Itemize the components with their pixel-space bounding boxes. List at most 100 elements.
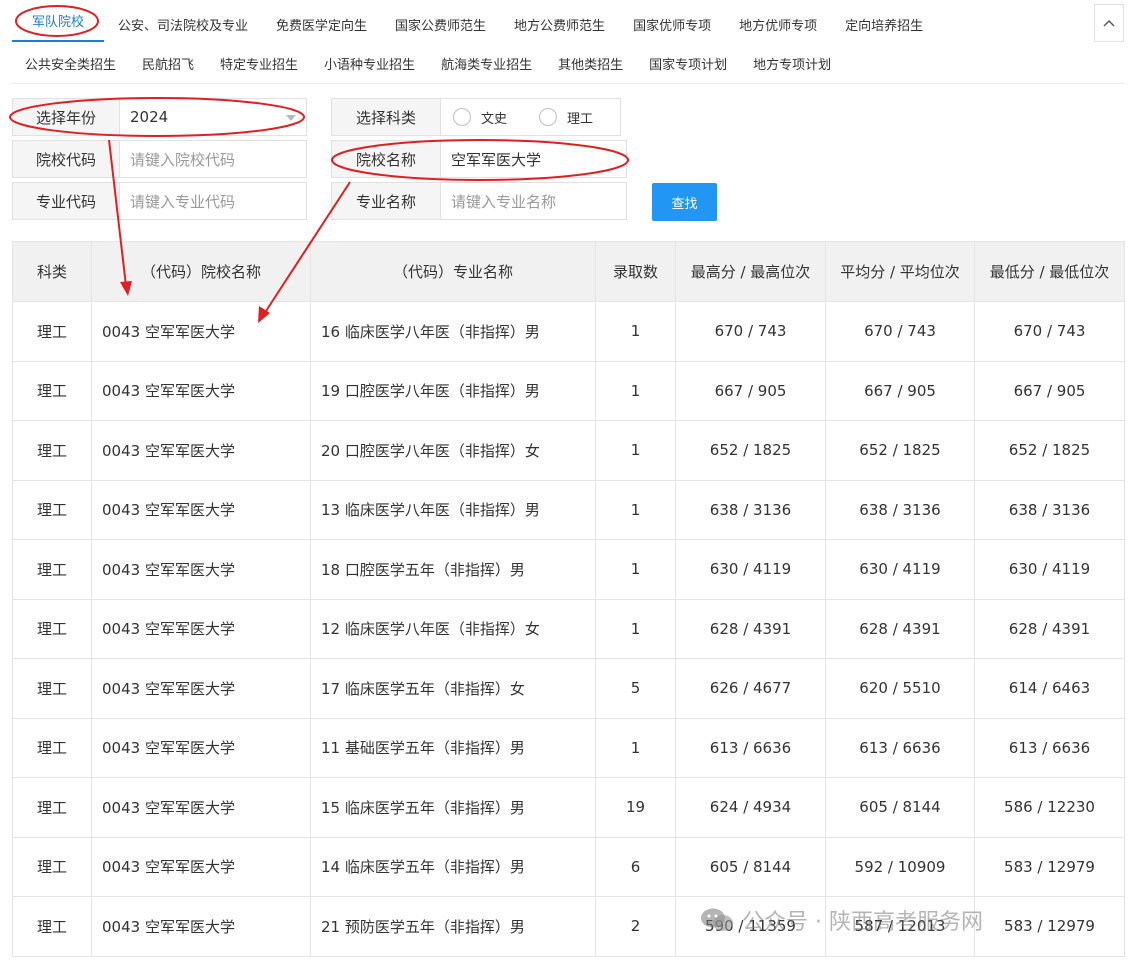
tab-secondary-3[interactable]: 小语种专业招生 bbox=[311, 54, 428, 73]
table-cell: 624 / 4934 bbox=[675, 777, 826, 838]
radio-wenshi[interactable]: 文史 bbox=[453, 108, 507, 127]
major-name-input[interactable]: 请键入专业名称 bbox=[441, 183, 626, 219]
table-cell: 613 / 6636 bbox=[825, 717, 975, 778]
table-cell: 1 bbox=[595, 360, 676, 421]
table-cell: 13 临床医学八年医（非指挥）男 bbox=[310, 479, 596, 540]
divider bbox=[12, 83, 1124, 84]
table-cell: 630 / 4119 bbox=[825, 539, 975, 600]
tab-secondary-2[interactable]: 特定专业招生 bbox=[207, 54, 311, 73]
table-cell: 理工 bbox=[12, 777, 92, 838]
school-code-group: 院校代码 请键入院校代码 bbox=[12, 140, 307, 178]
tab-secondary-4[interactable]: 航海类专业招生 bbox=[428, 54, 545, 73]
results-table: 科类 （代码）院校名称 （代码）专业名称 录取数 最高分 / 最高位次 平均分 / 平均位… bbox=[12, 241, 1125, 957]
table-cell: 16 临床医学八年医（非指挥）男 bbox=[310, 301, 596, 362]
major-code-input[interactable]: 请键入专业代码 bbox=[120, 183, 306, 219]
school-code-input[interactable]: 请键入院校代码 bbox=[120, 141, 306, 177]
dropdown-caret-icon bbox=[286, 115, 296, 121]
table-cell: 630 / 4119 bbox=[974, 539, 1125, 600]
table-cell: 630 / 4119 bbox=[675, 539, 826, 600]
tab-2[interactable]: 免费医学定向生 bbox=[262, 15, 381, 34]
table-cell: 670 / 743 bbox=[825, 301, 975, 362]
tab-0[interactable]: 军队院校 bbox=[12, 6, 104, 42]
radio-circle-icon bbox=[539, 108, 558, 126]
tab-4[interactable]: 地方公费师范生 bbox=[500, 15, 619, 34]
table-row: 理工 0043 空军军医大学 15 临床医学五年（非指挥）男 19 624 / 4934… bbox=[12, 777, 1125, 838]
year-select[interactable]: 2024 bbox=[120, 99, 306, 135]
table-cell: 670 / 743 bbox=[675, 301, 826, 362]
table-row: 理工 0043 空军军医大学 11 基础医学五年（非指挥）男 1 613 / 6636 6… bbox=[12, 717, 1125, 778]
table-cell: 12 临床医学八年医（非指挥）女 bbox=[310, 598, 596, 659]
search-button[interactable]: 查找 bbox=[652, 183, 717, 221]
table-cell: 652 / 1825 bbox=[675, 420, 826, 481]
table-row: 理工 0043 空军军医大学 18 口腔医学五年（非指挥）男 1 630 / 4119 6… bbox=[12, 539, 1125, 600]
table-cell: 1 bbox=[595, 717, 676, 778]
radio-wenshi-label: 文史 bbox=[481, 111, 508, 127]
table-cell: 20 口腔医学八年医（非指挥）女 bbox=[310, 420, 596, 481]
subject-group: 选择科类 文史 理工 bbox=[331, 98, 621, 136]
table-cell: 628 / 4391 bbox=[974, 598, 1125, 659]
radio-circle-icon bbox=[453, 108, 471, 126]
table-row: 理工 0043 空军军医大学 19 口腔医学八年医（非指挥）男 1 667 / 905 6… bbox=[12, 360, 1125, 421]
table-cell: 614 / 6463 bbox=[974, 658, 1125, 719]
table-cell: 14 临床医学五年（非指挥）男 bbox=[310, 836, 596, 897]
table-cell: 0043 空军军医大学 bbox=[91, 836, 311, 897]
table-cell: 理工 bbox=[12, 658, 92, 719]
radio-ligong[interactable]: 理工 bbox=[539, 108, 593, 127]
table-cell: 0043 空军军医大学 bbox=[91, 658, 311, 719]
tab-secondary-1[interactable]: 民航招飞 bbox=[129, 54, 207, 73]
school-name-input[interactable]: 空军军医大学 bbox=[441, 141, 626, 177]
table-cell: 理工 bbox=[12, 539, 92, 600]
table-cell: 638 / 3136 bbox=[825, 479, 975, 540]
tab-secondary-7[interactable]: 地方专项计划 bbox=[740, 54, 844, 73]
table-cell: 613 / 6636 bbox=[974, 717, 1125, 778]
tab-1[interactable]: 公安、司法院校及专业 bbox=[104, 15, 262, 34]
table-cell: 613 / 6636 bbox=[675, 717, 826, 778]
table-cell: 1 bbox=[595, 479, 676, 540]
table-cell: 605 / 8144 bbox=[675, 836, 826, 897]
tab-secondary-6[interactable]: 国家专项计划 bbox=[636, 54, 740, 73]
table-cell: 2 bbox=[595, 896, 676, 957]
tab-3[interactable]: 国家公费师范生 bbox=[381, 15, 500, 34]
table-row: 理工 0043 空军军医大学 16 临床医学八年医（非指挥）男 1 670 / 743 6… bbox=[12, 301, 1125, 362]
table-cell: 592 / 10909 bbox=[825, 836, 975, 897]
table-cell: 628 / 4391 bbox=[675, 598, 826, 659]
collapse-button[interactable] bbox=[1094, 4, 1124, 42]
table-cell: 19 口腔医学八年医（非指挥）男 bbox=[310, 360, 596, 421]
tab-secondary-0[interactable]: 公共安全类招生 bbox=[12, 54, 129, 73]
table-cell: 670 / 743 bbox=[974, 301, 1125, 362]
table-cell: 理工 bbox=[12, 836, 92, 897]
table-cell: 1 bbox=[595, 598, 676, 659]
table-cell: 652 / 1825 bbox=[974, 420, 1125, 481]
table-cell: 1 bbox=[595, 539, 676, 600]
table-cell: 586 / 12230 bbox=[974, 777, 1125, 838]
category-tabs-secondary: 公共安全类招生 民航招飞 特定专业招生 小语种专业招生 航海类专业招生 其他类招生 国家专项… bbox=[12, 48, 844, 78]
table-cell: 6 bbox=[595, 836, 676, 897]
table-cell: 1 bbox=[595, 420, 676, 481]
table-cell: 0043 空军军医大学 bbox=[91, 539, 311, 600]
tab-5[interactable]: 国家优师专项 bbox=[619, 15, 725, 34]
year-label: 选择年份 bbox=[13, 99, 120, 135]
table-cell: 1 bbox=[595, 301, 676, 362]
school-code-label: 院校代码 bbox=[13, 141, 120, 177]
table-cell: 620 / 5510 bbox=[825, 658, 975, 719]
table-cell: 638 / 3136 bbox=[974, 479, 1125, 540]
table-row: 理工 0043 空军军医大学 17 临床医学五年（非指挥）女 5 626 / 4677 6… bbox=[12, 658, 1125, 719]
category-tabs-primary: 军队院校 公安、司法院校及专业 免费医学定向生 国家公费师范生 地方公费师范生 国家优师专… bbox=[12, 6, 937, 42]
table-cell: 理工 bbox=[12, 301, 92, 362]
table-cell: 652 / 1825 bbox=[825, 420, 975, 481]
school-name-label: 院校名称 bbox=[332, 141, 441, 177]
wechat-icon bbox=[701, 908, 733, 931]
tab-7[interactable]: 定向培养招生 bbox=[831, 15, 937, 34]
table-cell: 0043 空军军医大学 bbox=[91, 420, 311, 481]
table-cell: 0043 空军军医大学 bbox=[91, 896, 311, 957]
table-cell: 0043 空军军医大学 bbox=[91, 598, 311, 659]
major-code-group: 专业代码 请键入专业代码 bbox=[12, 182, 307, 220]
tab-6[interactable]: 地方优师专项 bbox=[725, 15, 831, 34]
table-cell: 理工 bbox=[12, 479, 92, 540]
subject-label: 选择科类 bbox=[332, 99, 441, 135]
tab-secondary-5[interactable]: 其他类招生 bbox=[545, 54, 636, 73]
chevron-up-icon bbox=[1103, 20, 1115, 27]
table-cell: 17 临床医学五年（非指挥）女 bbox=[310, 658, 596, 719]
table-row: 理工 0043 空军军医大学 13 临床医学八年医（非指挥）男 1 638 / 3136… bbox=[12, 479, 1125, 540]
column-header: （代码）院校名称 bbox=[91, 241, 311, 302]
